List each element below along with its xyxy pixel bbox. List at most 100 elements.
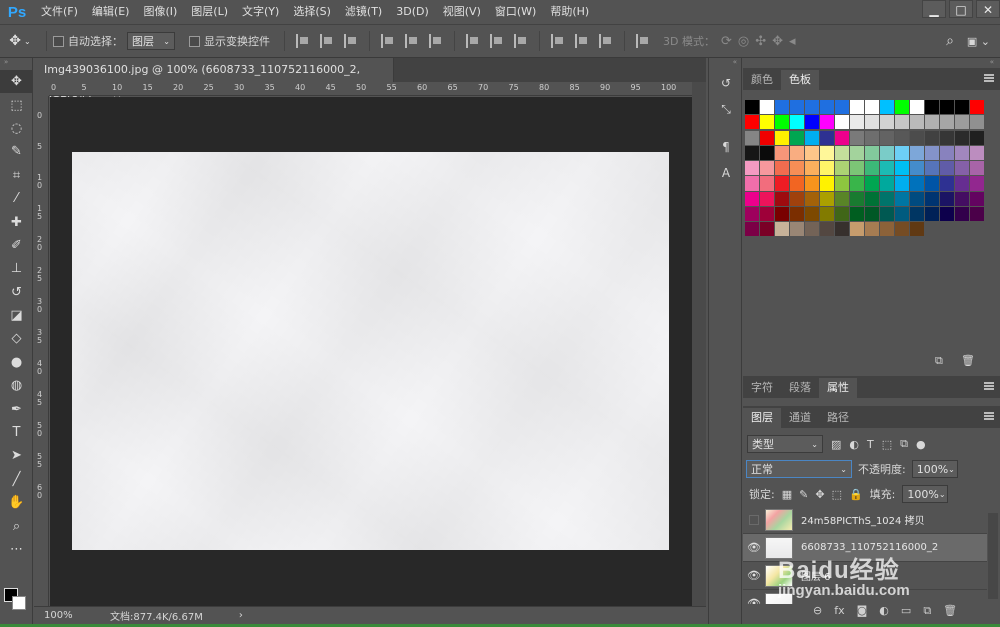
- color-swatch[interactable]: [939, 130, 954, 145]
- color-swatch[interactable]: [909, 100, 924, 115]
- color-swatch[interactable]: [759, 191, 774, 206]
- tab-layers[interactable]: 图层: [743, 408, 781, 428]
- color-swatch[interactable]: [789, 100, 804, 115]
- search-icon[interactable]: ⌕: [946, 24, 954, 58]
- menu-item[interactable]: 视图(V): [436, 0, 488, 24]
- auto-align-icon[interactable]: [636, 34, 650, 48]
- color-swatch[interactable]: [894, 161, 909, 176]
- color-swatch[interactable]: [789, 222, 804, 237]
- fill-input[interactable]: 100% ⌄: [902, 485, 949, 503]
- background-color-swatch[interactable]: [12, 596, 26, 610]
- color-swatch[interactable]: [879, 222, 894, 237]
- line-tool-icon[interactable]: ╱: [0, 468, 33, 491]
- color-swatch[interactable]: [924, 176, 939, 191]
- color-swatch[interactable]: [789, 191, 804, 206]
- color-swatch[interactable]: [969, 115, 984, 130]
- color-swatch[interactable]: [774, 222, 789, 237]
- filter-adjustment-icon[interactable]: ◐: [849, 438, 859, 451]
- filter-toggle-icon[interactable]: ●: [916, 438, 926, 451]
- color-swatch[interactable]: [745, 191, 759, 206]
- new-swatch-icon[interactable]: ⧉: [935, 354, 943, 368]
- tab-character[interactable]: 字符: [743, 378, 781, 398]
- color-swatch[interactable]: [745, 222, 759, 237]
- path-select-tool-icon[interactable]: ➤: [0, 444, 33, 467]
- color-swatch[interactable]: [834, 206, 849, 222]
- lock-position-icon[interactable]: ✥: [815, 488, 824, 501]
- color-swatch[interactable]: [939, 145, 954, 161]
- color-swatch[interactable]: [804, 145, 819, 161]
- color-swatch[interactable]: [954, 206, 969, 222]
- color-swatch[interactable]: [864, 115, 879, 130]
- color-swatch[interactable]: [924, 115, 939, 130]
- color-swatch[interactable]: [864, 145, 879, 161]
- tab-paragraph[interactable]: 段落: [781, 378, 819, 398]
- filter-pixel-icon[interactable]: ▨: [831, 438, 841, 451]
- align-top-icon[interactable]: [296, 34, 310, 48]
- tab-paths[interactable]: 路径: [819, 408, 857, 428]
- color-swatch[interactable]: [954, 100, 969, 115]
- color-swatch[interactable]: [969, 100, 984, 115]
- color-swatch[interactable]: [954, 191, 969, 206]
- color-swatch[interactable]: [939, 115, 954, 130]
- color-swatch[interactable]: [879, 115, 894, 130]
- zoom-tool-icon[interactable]: ⌕: [0, 514, 33, 537]
- color-swatch[interactable]: [804, 115, 819, 130]
- distribute-bottom-icon[interactable]: [514, 34, 528, 48]
- color-swatch[interactable]: [774, 191, 789, 206]
- color-swatch[interactable]: [804, 100, 819, 115]
- menu-item[interactable]: 帮助(H): [543, 0, 596, 24]
- adjustment-layer-icon[interactable]: ◐: [879, 604, 889, 618]
- color-swatch[interactable]: [864, 100, 879, 115]
- hand-tool-icon[interactable]: ✋: [0, 491, 33, 514]
- align-bottom-icon[interactable]: [344, 34, 358, 48]
- color-swatch[interactable]: [819, 222, 834, 237]
- color-swatch[interactable]: [909, 222, 924, 237]
- menu-item[interactable]: 图层(L): [184, 0, 235, 24]
- color-swatch[interactable]: [909, 115, 924, 130]
- color-swatch[interactable]: [834, 191, 849, 206]
- visibility-eye-icon[interactable]: 👁: [743, 597, 765, 604]
- color-swatch[interactable]: [834, 161, 849, 176]
- lock-transparent-icon[interactable]: ▦: [782, 488, 792, 501]
- visibility-eye-icon[interactable]: 👁: [743, 569, 765, 582]
- show-transform-checkbox[interactable]: [189, 35, 200, 47]
- tab-properties[interactable]: 属性: [819, 378, 857, 398]
- zoom-level[interactable]: 100%: [34, 610, 94, 621]
- color-swatch[interactable]: [819, 130, 834, 145]
- color-swatch[interactable]: [939, 206, 954, 222]
- color-swatch[interactable]: [879, 100, 894, 115]
- color-swatch[interactable]: [804, 161, 819, 176]
- color-swatch[interactable]: [849, 191, 864, 206]
- history-icon[interactable]: ↺: [709, 70, 743, 96]
- delete-layer-icon[interactable]: 🗑: [943, 604, 957, 618]
- new-layer-icon[interactable]: ⧉: [923, 604, 931, 618]
- new-group-icon[interactable]: ▭: [901, 604, 911, 618]
- move-tool-icon[interactable]: ✥: [0, 70, 33, 94]
- color-swatch[interactable]: [834, 222, 849, 237]
- blend-mode-dropdown[interactable]: 正常 ⌄: [746, 460, 852, 478]
- menu-item[interactable]: 滤镜(T): [338, 0, 389, 24]
- menu-item[interactable]: 3D(D): [389, 0, 436, 24]
- color-swatch[interactable]: [894, 115, 909, 130]
- auto-select-dropdown[interactable]: 图层 ⌄: [127, 32, 175, 50]
- color-swatch[interactable]: [864, 130, 879, 145]
- auto-select-checkbox[interactable]: [53, 35, 64, 47]
- rotate-3d-icon[interactable]: ⟳: [721, 34, 738, 49]
- distribute-hcenter-icon[interactable]: [575, 34, 589, 48]
- eraser-tool-icon[interactable]: ◪: [0, 304, 33, 327]
- filter-type-icon[interactable]: T: [867, 438, 874, 451]
- color-swatch[interactable]: [939, 100, 954, 115]
- scale-3d-icon[interactable]: ◂: [789, 34, 802, 49]
- color-swatch[interactable]: [819, 145, 834, 161]
- layer-thumbnail[interactable]: [765, 508, 793, 531]
- color-swatch[interactable]: [745, 176, 759, 191]
- color-swatch[interactable]: [774, 115, 789, 130]
- layers-scrollbar[interactable]: [988, 513, 998, 599]
- crop-tool-icon[interactable]: ⌗: [0, 164, 33, 187]
- eyedropper-tool-icon[interactable]: ⁄: [0, 187, 33, 210]
- roll-3d-icon[interactable]: ◎: [738, 34, 755, 49]
- drag-3d-icon[interactable]: ✣: [755, 34, 772, 49]
- crumpled-paper-image[interactable]: [72, 152, 669, 550]
- clone-stamp-tool-icon[interactable]: ⊥: [0, 257, 33, 280]
- color-swatch[interactable]: [789, 115, 804, 130]
